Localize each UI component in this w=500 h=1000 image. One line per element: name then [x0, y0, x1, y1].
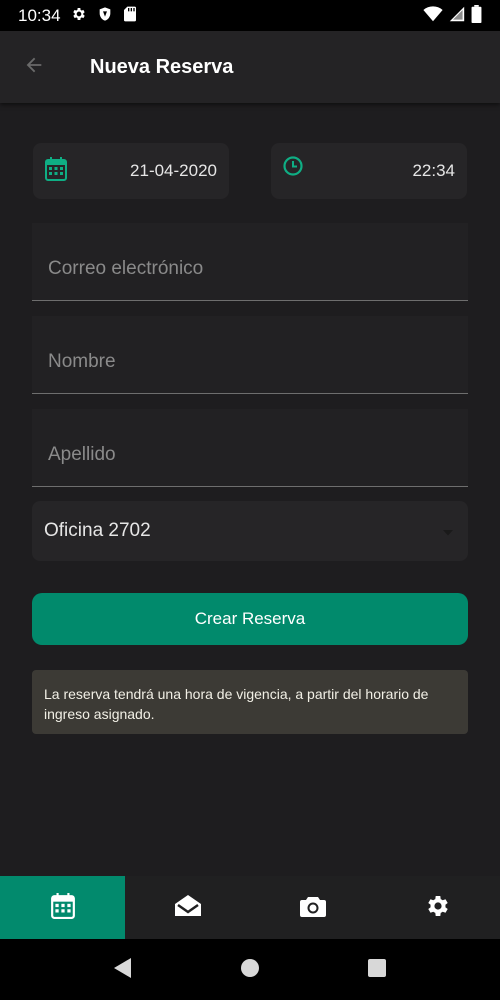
reservation-notice: La reserva tendrá una hora de vigencia, …	[32, 670, 468, 734]
system-navigation-bar	[0, 939, 500, 1000]
status-time: 10:34	[18, 5, 61, 25]
first-name-field[interactable]	[48, 351, 452, 373]
date-value: 21-04-2020	[130, 161, 217, 180]
office-select[interactable]: Oficina 2702	[32, 501, 468, 561]
nav-item-inbox[interactable]	[125, 876, 250, 939]
battery-icon	[471, 4, 482, 27]
signal-icon	[449, 6, 465, 26]
nav-item-reservations[interactable]	[0, 876, 125, 939]
back-button[interactable]	[16, 49, 52, 85]
email-field[interactable]	[48, 258, 452, 280]
office-select-value: Oficina 2702	[44, 520, 151, 541]
calendar-icon	[45, 157, 67, 185]
recents-square-icon[interactable]	[367, 958, 387, 982]
page-title: Nueva Reserva	[90, 55, 234, 78]
clock-icon	[283, 156, 303, 180]
camera-icon	[299, 894, 327, 922]
last-name-field[interactable]	[48, 444, 452, 466]
calendar-icon	[50, 892, 75, 923]
date-picker[interactable]: 21-04-2020	[33, 143, 229, 199]
nav-item-settings[interactable]	[375, 876, 500, 939]
last-name-field-container	[32, 409, 468, 487]
bottom-nav	[0, 876, 500, 939]
first-name-field-container	[32, 316, 468, 394]
status-bar: 10:34	[0, 0, 500, 31]
create-reservation-button[interactable]: Crear Reserva	[32, 593, 468, 645]
wifi-icon	[423, 5, 443, 26]
arrow-left-icon	[23, 54, 45, 80]
caret-down-icon	[442, 522, 454, 541]
back-triangle-icon[interactable]	[113, 957, 133, 983]
time-picker[interactable]: 22:34	[271, 143, 467, 199]
email-field-container	[32, 223, 468, 301]
sd-card-icon	[123, 6, 137, 26]
shield-icon	[97, 6, 113, 26]
time-value: 22:34	[412, 161, 455, 180]
reservation-form: 21-04-2020 22:34 Oficina 2702 Crear Rese…	[0, 103, 500, 876]
nav-item-camera[interactable]	[250, 876, 375, 939]
home-circle-icon[interactable]	[240, 958, 260, 982]
app-bar: Nueva Reserva	[0, 31, 500, 103]
gear-icon	[71, 6, 87, 26]
gear-icon	[426, 894, 450, 922]
envelope-open-icon	[174, 894, 202, 922]
